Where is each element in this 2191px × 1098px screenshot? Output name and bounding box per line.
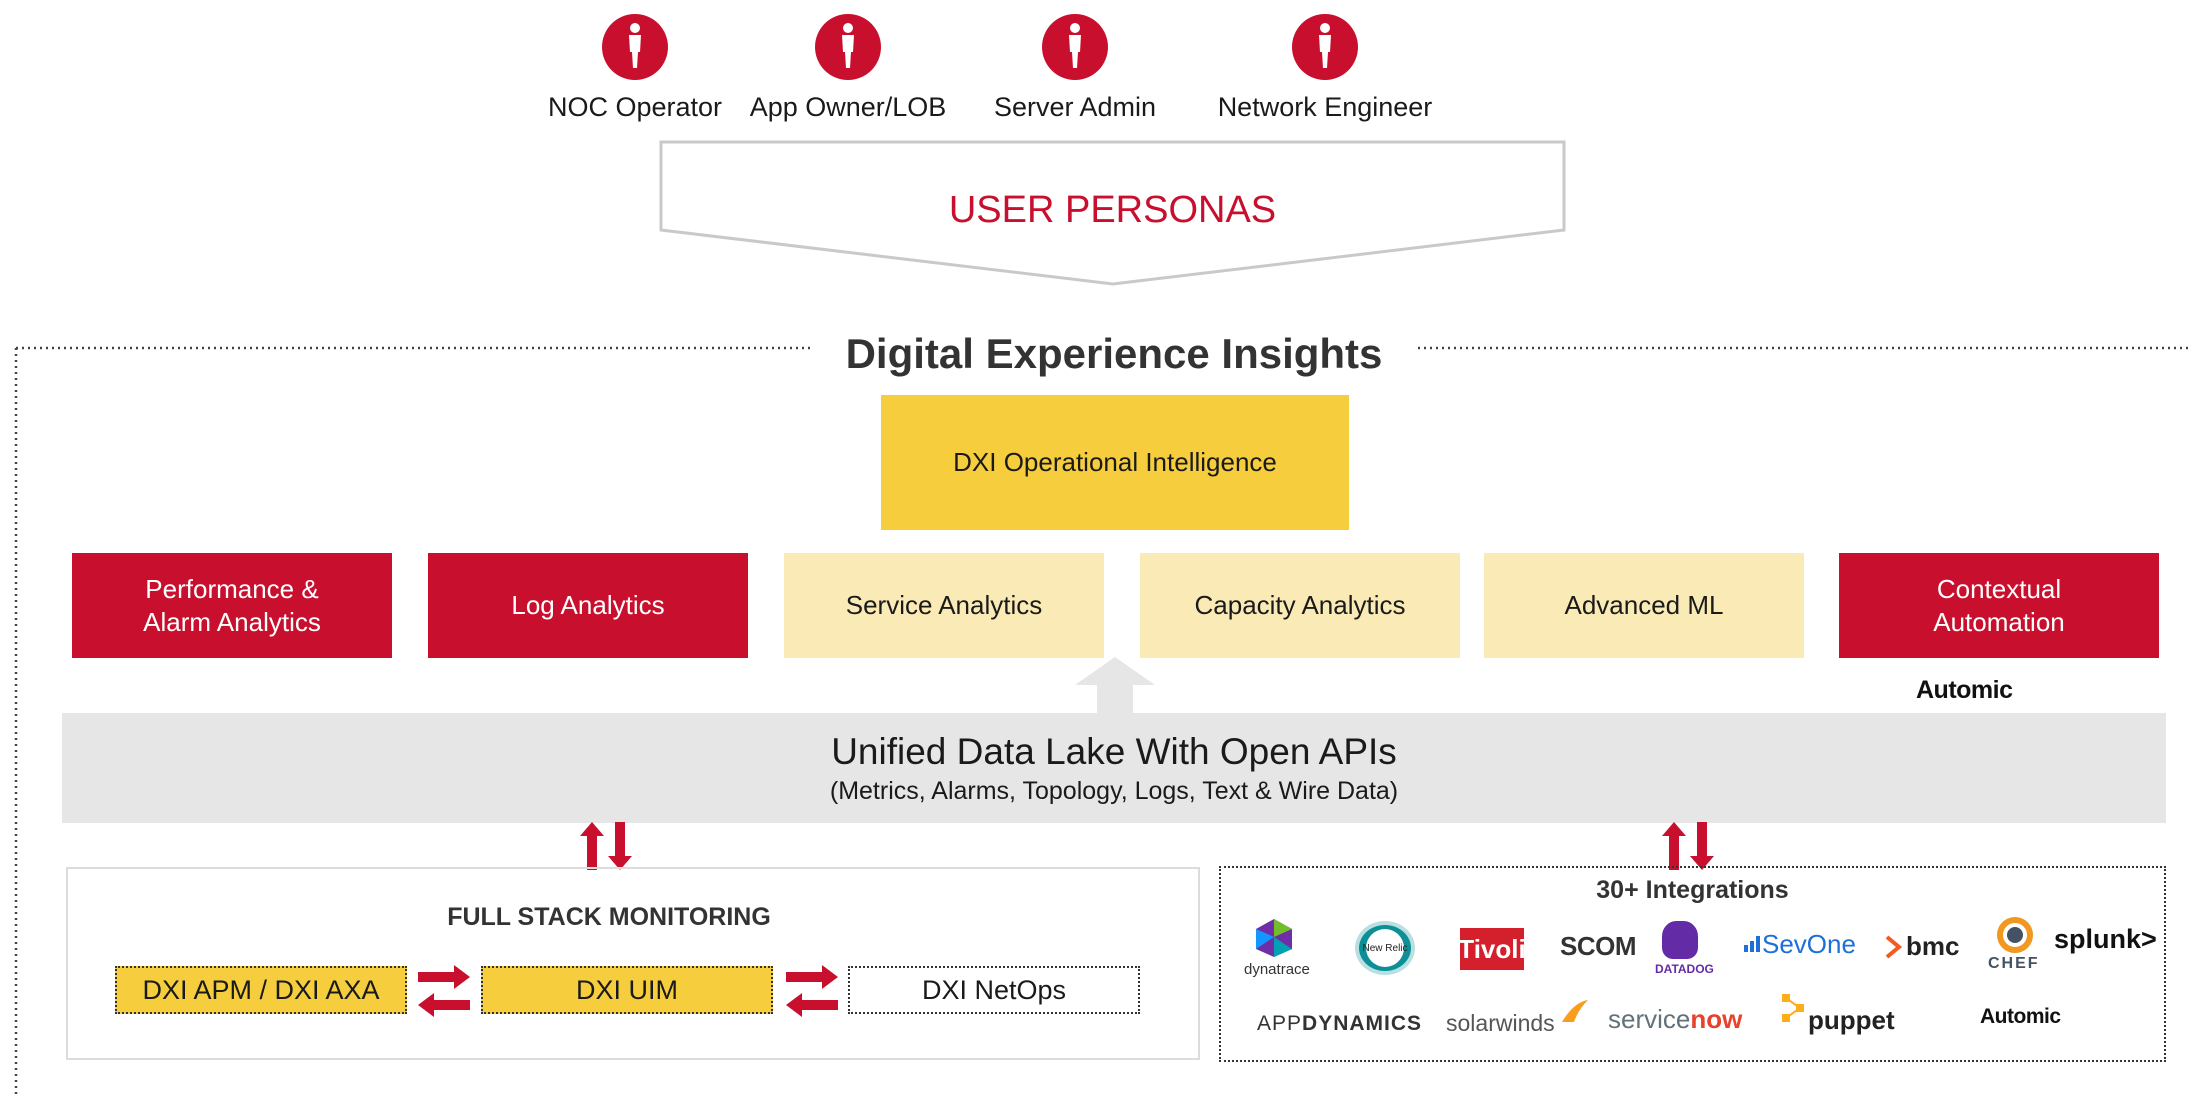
datadog-logo: DATADOG: [1655, 962, 1714, 976]
solarwinds-logo: solarwinds: [1446, 1010, 1555, 1036]
puppet-logo: puppet: [1808, 1005, 1895, 1035]
capability-label: Performance & Alarm Analytics: [143, 574, 321, 637]
data-lake-title: Unified Data Lake With Open APIs: [831, 731, 1397, 772]
persona-label: App Owner/LOB: [749, 92, 947, 122]
up-arrow: [1075, 657, 1155, 715]
oi-box: DXI Operational Intelligence: [881, 395, 1349, 530]
persona-label: Server Admin: [993, 92, 1157, 122]
capability-label: Capacity Analytics: [1194, 590, 1406, 621]
dynatrace-logo: dynatrace: [1244, 961, 1310, 978]
sevone-logo-icon: [1744, 936, 1760, 952]
fsm-apm-box: DXI APM / DXI AXA: [115, 966, 407, 1014]
persona-2: Server Admin: [955, 14, 1195, 123]
sevone-logo: SevOne: [1762, 929, 1856, 959]
newrelic-logo: New Relic: [1363, 929, 1408, 967]
servicenow-logo: servicenow: [1608, 1004, 1743, 1034]
persona-1: App Owner/LOB: [728, 14, 968, 123]
sync-arrows-right: [1662, 822, 1714, 870]
capability-label: Log Analytics: [511, 590, 665, 621]
capability-box-4: Advanced ML: [1484, 553, 1804, 658]
solarwinds-logo-icon: [1562, 1000, 1588, 1022]
automic-logo-top: Automic: [1916, 676, 2013, 704]
capability-box-2: Service Analytics: [784, 553, 1104, 658]
tivoli-logo: Tivoli: [1458, 928, 1526, 970]
capability-box-3: Capacity Analytics: [1140, 553, 1460, 658]
capability-box-5: Contextual Automation: [1839, 553, 2159, 658]
chef-logo: CHEF: [1988, 955, 2040, 972]
chef-logo-icon: [1997, 917, 2033, 953]
fsm-uim-box: DXI UIM: [481, 966, 773, 1014]
persona-3: Network Engineer: [1205, 14, 1445, 123]
persona-label: Network Engineer: [1217, 92, 1433, 122]
swap-arrows-1: [418, 965, 470, 1017]
puppet-logo-icon: [1782, 994, 1804, 1022]
person-icon: [1042, 14, 1108, 80]
sync-arrows-left: [580, 822, 632, 870]
data-lake-subtitle: (Metrics, Alarms, Topology, Logs, Text &…: [829, 777, 1399, 805]
person-icon: [815, 14, 881, 80]
datadog-logo-icon: [1662, 921, 1698, 959]
bmc-logo-icon: [1885, 935, 1902, 959]
fsm-panel: [66, 867, 1200, 1060]
persona-label: NOC Operator: [547, 92, 723, 122]
person-icon: [602, 14, 668, 80]
capability-box-0: Performance & Alarm Analytics: [72, 553, 392, 658]
integrations-title: 30+ Integrations: [1596, 875, 1789, 904]
capability-label: Contextual Automation: [1933, 574, 2065, 637]
fsm-title: FULL STACK MONITORING: [447, 902, 771, 931]
appdynamics-logo: APPDYNAMICS: [1257, 1012, 1423, 1035]
automic-logo: Automic: [1980, 1005, 2061, 1028]
personas-banner-label: USER PERSONAS: [948, 188, 1277, 231]
dynatrace-logo-icon: [1256, 919, 1292, 957]
persona-0: NOC Operator: [515, 14, 755, 123]
capability-label: Service Analytics: [845, 590, 1043, 621]
person-icon: [1292, 14, 1358, 80]
fsm-netops-box: DXI NetOps: [848, 966, 1140, 1014]
data-lake: Unified Data Lake With Open APIs (Metric…: [62, 713, 2166, 823]
scom-logo: SCOM: [1560, 931, 1637, 961]
bmc-logo: bmc: [1906, 931, 1960, 961]
capability-label: Advanced ML: [1564, 590, 1724, 621]
splunk-logo: splunk>: [2054, 924, 2157, 954]
capability-box-1: Log Analytics: [428, 553, 748, 658]
swap-arrows-2: [786, 965, 838, 1017]
main-title: Digital Experience Insights: [845, 330, 1383, 377]
